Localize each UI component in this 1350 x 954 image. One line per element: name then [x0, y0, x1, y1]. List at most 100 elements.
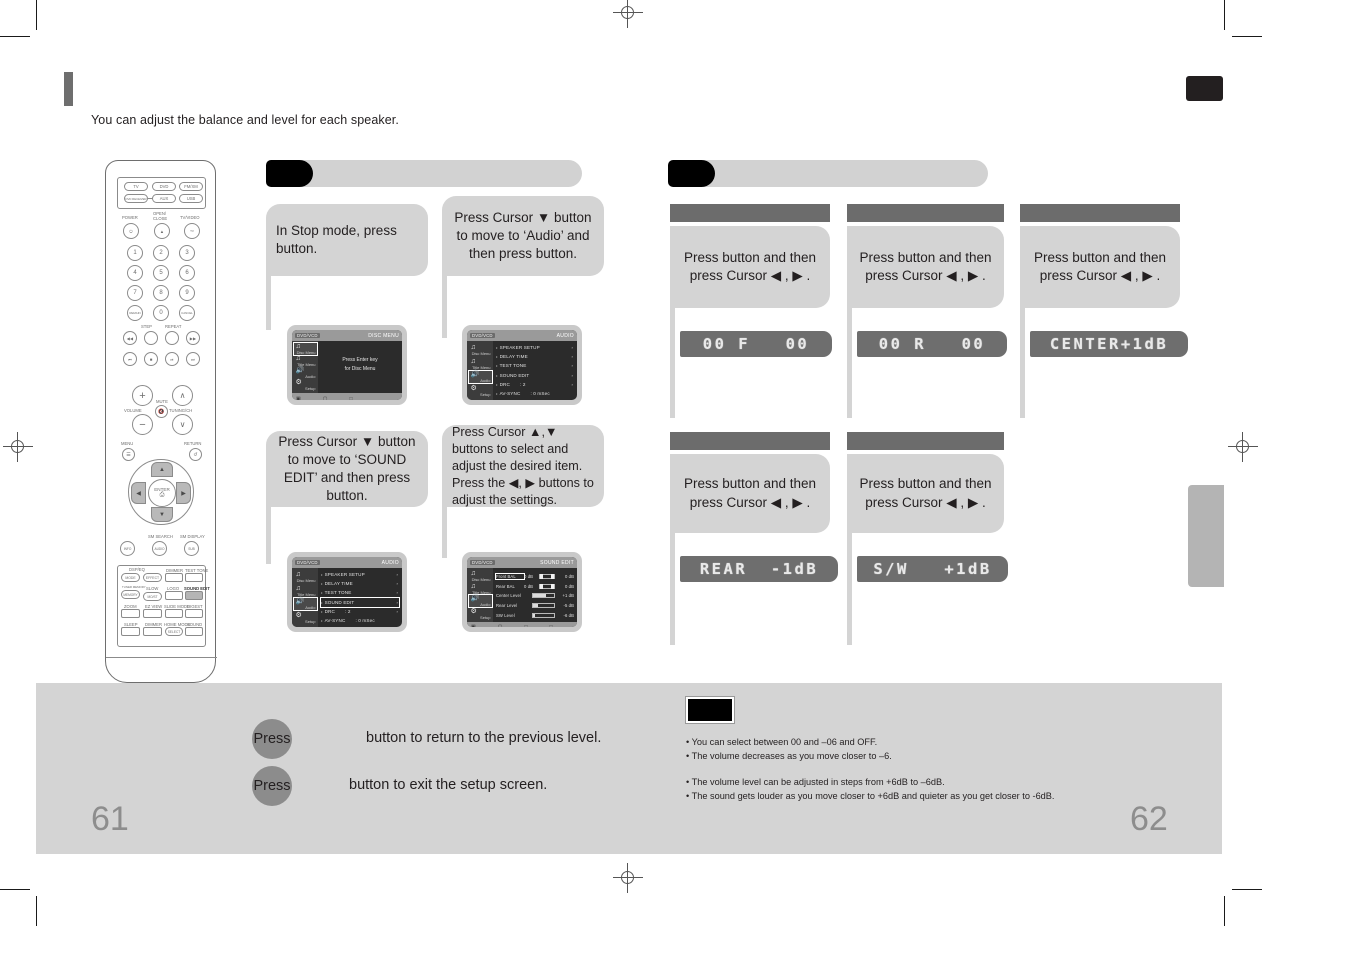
- remote-button-mo-st[interactable]: MO/ST: [143, 592, 162, 601]
- remote-button-channel-up[interactable]: ∧: [172, 385, 193, 406]
- remote-button-fmxm[interactable]: FM/XM: [179, 182, 203, 191]
- remote-button-effect[interactable]: EFFECT: [143, 573, 162, 582]
- bullet-icon: •: [321, 618, 323, 624]
- bullet-icon: •: [321, 581, 323, 587]
- crop-mark-tl-h: [0, 36, 30, 37]
- remote-button-next-track[interactable]: ⏭: [186, 352, 200, 366]
- remote-button-mute[interactable]: 🔇: [155, 405, 168, 418]
- remote-button-subtitle[interactable]: SUB: [184, 541, 199, 556]
- remote-button-tv[interactable]: TV: [124, 182, 148, 191]
- bullet-icon: •: [496, 381, 498, 387]
- bullet-icon: •: [496, 391, 498, 397]
- remote-cursor-down[interactable]: ▼: [151, 507, 173, 522]
- remote-cursor-left[interactable]: ◀: [131, 482, 146, 504]
- remote-button-audio[interactable]: AUDIO: [152, 541, 167, 556]
- screen4-rail-setup: ⚙ Setup: [470, 607, 491, 620]
- crop-mark-bl-v: [36, 896, 37, 926]
- remote-button-volume-down[interactable]: −: [132, 414, 153, 435]
- step-3-text: Press Cursor ▼ button to move to ‘SOUND …: [278, 433, 416, 504]
- remote-button-logo[interactable]: [165, 591, 183, 600]
- remote-button-aux[interactable]: AUX: [152, 194, 176, 203]
- remote-button-step[interactable]: [144, 331, 158, 345]
- remote-button-prev-track[interactable]: ⏮: [123, 352, 137, 366]
- remote-button-cancel[interactable]: CANCEL: [179, 305, 195, 321]
- botbar-icon-2: ▢: [498, 624, 503, 627]
- remote-button-slide-mode[interactable]: [165, 609, 183, 618]
- remote-button-tv-video[interactable]: TV: [184, 223, 200, 239]
- remote-button-enter[interactable]: ENTER ⎙: [148, 479, 176, 507]
- screen2-menu-row: • DELAY TIME ›: [496, 354, 573, 360]
- remote-button-info[interactable]: INFO: [120, 541, 135, 556]
- remote-button-5[interactable]: 5: [153, 265, 169, 281]
- remote-button-channel-down[interactable]: ∨: [172, 414, 193, 435]
- remote-button-volume-up[interactable]: +: [132, 385, 153, 406]
- remote-label-menu: MENU: [121, 441, 134, 446]
- remote-button-dvd[interactable]: DVD: [152, 182, 176, 191]
- remote-button-ez-view[interactable]: [143, 609, 162, 618]
- vfd-card-front-text: Press button and then press Cursor ◀ , ▶…: [683, 249, 817, 283]
- remote-button-4[interactable]: 4: [127, 265, 143, 281]
- remote-button-sound-edit[interactable]: [185, 591, 203, 600]
- remote-button-1[interactable]: 1: [127, 245, 143, 261]
- audio-icon: 🔊: [470, 371, 480, 379]
- remote-button-forward[interactable]: ▶▶: [186, 331, 200, 345]
- remote-button-select[interactable]: SELECT: [165, 627, 183, 636]
- slider-sw-level: [532, 612, 555, 618]
- screen2-menu-row: • SOUND EDIT ›: [496, 372, 573, 378]
- remote-button-sound[interactable]: [185, 627, 203, 636]
- remote-label-volume: VOLUME: [124, 408, 142, 413]
- remote-button-menu[interactable]: ☰: [122, 448, 135, 461]
- remote-button-test-tone[interactable]: [185, 573, 203, 582]
- step-4-stem: [442, 507, 447, 558]
- remote-button-play-pause[interactable]: ⏯: [165, 352, 179, 366]
- title-menu-icon: ♫: [470, 582, 476, 590]
- remote-cursor-up[interactable]: ▲: [151, 462, 173, 477]
- sound-edit-row: Center Level +1 dB: [496, 593, 574, 599]
- remote-button-zoom[interactable]: [121, 609, 140, 618]
- remote-cursor-right[interactable]: ▶: [176, 482, 191, 504]
- sound-edit-row: Rear BAL 0 dB 0 dB: [496, 583, 574, 589]
- remote-button-usb[interactable]: USB: [179, 194, 203, 203]
- step-1-text: In Stop mode, press button.: [276, 222, 397, 256]
- screen1-botbar: ▣ ▢ □: [292, 393, 402, 400]
- screen2-menu-row: • AV-SYNC : 0 mSec: [496, 391, 550, 397]
- remote-button-0[interactable]: 0: [153, 305, 169, 321]
- remote-button-open-close[interactable]: ▲: [154, 223, 170, 239]
- screen2-topbar-right: AUDIO: [556, 332, 574, 339]
- remote-button-dvd-receiver[interactable]: DVD RECEIVER: [124, 194, 148, 203]
- vfd-card-front-header: [670, 204, 830, 222]
- screen3-menu-row: • SPEAKER SETUP ›: [321, 572, 398, 578]
- press-return-text: button to return to the previous level.: [366, 730, 602, 746]
- vfd-card-sw-level-bubble: Press button and then press Cursor ◀ , ▶…: [847, 454, 1004, 533]
- remote-label-slow: SLOW: [146, 586, 159, 591]
- remote-button-memory[interactable]: MEMORY: [121, 590, 140, 599]
- remote-button-repeat[interactable]: [165, 331, 179, 345]
- remote-button-9[interactable]: 9: [179, 285, 195, 301]
- remote-button-3[interactable]: 3: [179, 245, 195, 261]
- remote-source-link-line: [148, 198, 153, 199]
- remote-button-remain[interactable]: REMAIN: [127, 305, 143, 321]
- step-2-bubble: Press Cursor ▼ button to move to ‘Audio’…: [442, 196, 604, 276]
- remote-button-stop[interactable]: ■: [144, 352, 158, 366]
- remote-button-8[interactable]: 8: [153, 285, 169, 301]
- remote-button-rewind[interactable]: ◀◀: [123, 331, 137, 345]
- right-section-titlebar: [668, 160, 988, 187]
- remote-button-2[interactable]: 2: [153, 245, 169, 261]
- remote-button-power[interactable]: ⏻: [123, 223, 139, 239]
- vfd-card-rear-level-bubble: Press button and then press Cursor ◀ , ▶…: [670, 454, 830, 533]
- remote-button-dimmer-2[interactable]: [143, 627, 162, 636]
- remote-cursor-pad: ▲ ▼ ◀ ▶ ENTER ⎙: [128, 459, 194, 525]
- disc-menu-icon: ♫: [470, 570, 476, 578]
- remote-button-dimmer-1[interactable]: [165, 573, 183, 582]
- remote-button-return[interactable]: ↺: [189, 448, 202, 461]
- remote-button-6[interactable]: 6: [179, 265, 195, 281]
- remote-label-open-close: OPEN/ CLOSE: [153, 211, 168, 221]
- registration-mark-top: [613, 0, 643, 28]
- title-menu-icon: ♫: [295, 355, 301, 362]
- remote-button-sleep[interactable]: [121, 627, 140, 636]
- vfd-display-front: 00 F 00: [680, 331, 832, 357]
- note-item: • The sound gets louder as you move clos…: [686, 791, 1055, 802]
- remote-button-mode[interactable]: MODE: [121, 573, 140, 582]
- remote-button-digest[interactable]: [185, 609, 203, 618]
- remote-button-7[interactable]: 7: [127, 285, 143, 301]
